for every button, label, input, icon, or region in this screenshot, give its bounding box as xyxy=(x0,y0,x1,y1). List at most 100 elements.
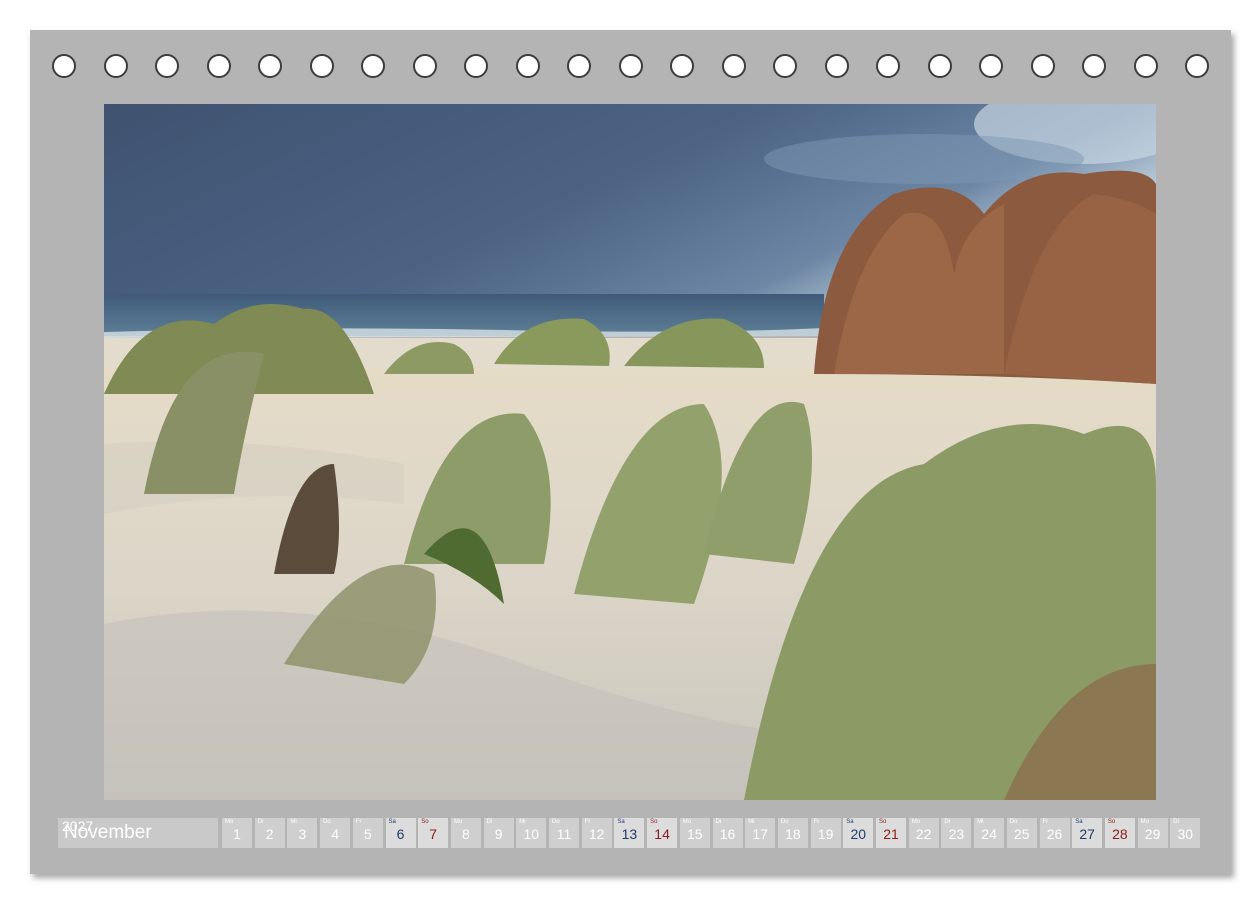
weekday-label: Mo xyxy=(682,819,692,825)
weekday-label: Mi xyxy=(290,819,297,825)
day-number: 17 xyxy=(752,826,768,842)
day-number: 28 xyxy=(1112,826,1128,842)
calendar-page: November 2027 Mo 1 Di 2 Mi 3 Do 4 Fr 5 Sa 6 So 7 Mo 8 Di 9… xyxy=(30,30,1231,874)
day-number: 26 xyxy=(1046,826,1063,842)
day-number: 30 xyxy=(1177,826,1194,842)
binding-hole xyxy=(773,54,797,78)
binding-hole xyxy=(515,54,540,78)
weekday-label: Mo xyxy=(1140,819,1149,825)
weekday-label: Di xyxy=(257,819,264,825)
binding-hole xyxy=(309,54,334,78)
day-number: 5 xyxy=(363,826,372,842)
day-cell: Fr 12 xyxy=(581,818,612,848)
day-cell: Mo 29 xyxy=(1137,818,1168,848)
weekday-label: Fr xyxy=(813,819,820,825)
binding-hole xyxy=(567,54,591,78)
day-cell: Fr 19 xyxy=(810,818,841,848)
day-number: 15 xyxy=(687,826,703,842)
weekday-label: Do xyxy=(323,819,331,825)
weekday-label: Mo xyxy=(225,819,234,825)
day-cell: Sa 27 xyxy=(1072,818,1103,848)
weekday-label: So xyxy=(1107,819,1116,825)
binding-hole xyxy=(618,54,643,78)
binding-hole xyxy=(258,54,282,78)
day-number: 18 xyxy=(785,826,801,842)
day-number: 7 xyxy=(429,826,438,842)
day-number: 6 xyxy=(396,826,405,842)
day-cell: Mo 22 xyxy=(908,818,939,848)
day-cell: Mi 3 xyxy=(287,818,318,848)
weekday-label: Do xyxy=(552,819,560,825)
binding-hole xyxy=(979,54,1003,78)
day-cell: Sa 6 xyxy=(385,818,416,848)
day-cell: Do 25 xyxy=(1006,818,1037,848)
weekday-label: Di xyxy=(486,819,493,825)
binding-hole xyxy=(1185,54,1209,78)
dune-photo xyxy=(104,104,1156,800)
weekday-label: Fr xyxy=(1042,819,1049,825)
binding-hole xyxy=(824,54,849,78)
day-cell: Di 9 xyxy=(483,818,514,848)
day-number: 11 xyxy=(556,826,572,842)
day-cell: So 28 xyxy=(1104,818,1135,848)
day-number: 21 xyxy=(883,826,899,842)
binding-hole xyxy=(1082,54,1106,78)
weekday-label: So xyxy=(650,819,658,825)
day-number: 12 xyxy=(588,826,605,842)
day-number: 20 xyxy=(850,826,867,842)
binding-hole xyxy=(103,54,128,78)
day-number: 23 xyxy=(948,826,965,842)
weekday-label: Sa xyxy=(617,819,625,825)
day-cell: Do 11 xyxy=(549,818,579,848)
day-cell: So 21 xyxy=(876,818,906,848)
day-cell: Sa 20 xyxy=(843,818,874,848)
binding-hole xyxy=(1133,54,1158,78)
weekday-label: Do xyxy=(780,819,789,825)
day-cell: So 14 xyxy=(647,818,678,848)
binding-hole xyxy=(361,54,385,78)
weekday-label: Mi xyxy=(519,819,526,825)
day-number: 8 xyxy=(461,826,470,842)
day-cell: Di 16 xyxy=(712,818,743,848)
binding-hole xyxy=(52,54,76,78)
weekday-label: Mo xyxy=(911,819,921,825)
day-number: 16 xyxy=(719,826,736,842)
weekday-label: Do xyxy=(1009,819,1018,825)
day-cell: Mi 10 xyxy=(516,818,547,848)
binding-holes xyxy=(30,54,1231,82)
weekday-label: Fr xyxy=(355,819,362,825)
weekday-label: So xyxy=(421,819,429,825)
day-cell: Do 18 xyxy=(777,818,808,848)
day-number: 13 xyxy=(621,826,638,842)
day-cell: So 7 xyxy=(418,818,449,848)
weekday-label: Di xyxy=(944,819,951,825)
weekday-label: Sa xyxy=(846,819,854,825)
calendar-strip: November 2027 Mo 1 Di 2 Mi 3 Do 4 Fr 5 Sa 6 So 7 Mo 8 Di 9… xyxy=(58,818,1202,848)
day-cell: Mo 15 xyxy=(679,818,710,848)
day-cell: Mo 1 xyxy=(222,818,252,848)
day-number: 4 xyxy=(331,826,339,842)
weekday-label: Mo xyxy=(453,819,463,825)
day-number: 1 xyxy=(233,826,241,842)
day-number: 14 xyxy=(654,826,670,842)
day-number: 3 xyxy=(298,826,307,842)
binding-hole xyxy=(412,54,437,78)
binding-hole xyxy=(1030,54,1055,78)
day-cell: Di 23 xyxy=(941,818,972,848)
day-cell: Do 4 xyxy=(320,818,351,848)
day-number: 10 xyxy=(523,826,540,842)
day-cell: Fr 26 xyxy=(1039,818,1070,848)
weekday-label: Fr xyxy=(584,819,591,825)
binding-hole xyxy=(927,54,952,78)
day-cell: Di 2 xyxy=(254,818,285,848)
day-number: 22 xyxy=(915,826,932,842)
binding-hole xyxy=(155,54,179,78)
day-number: 24 xyxy=(981,826,997,842)
day-cell: Mo 8 xyxy=(450,818,481,848)
weekday-label: Sa xyxy=(388,819,396,825)
day-number: 19 xyxy=(817,826,834,842)
day-cell: Fr 5 xyxy=(352,818,383,848)
day-number: 29 xyxy=(1144,826,1161,842)
day-number: 2 xyxy=(265,826,274,842)
month-label: November 2027 xyxy=(58,818,218,848)
